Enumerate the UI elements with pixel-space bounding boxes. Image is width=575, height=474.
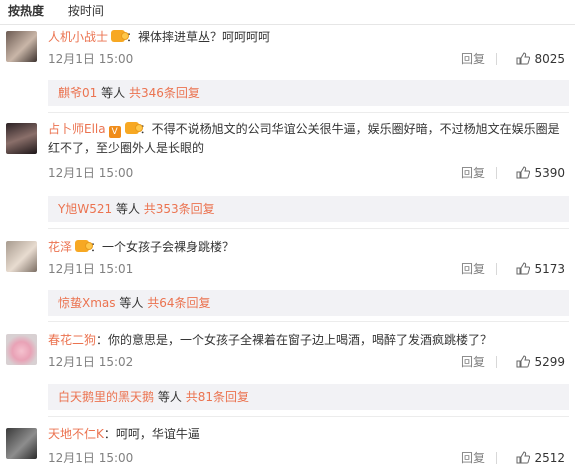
sort-tabs: 按热度 按时间 (0, 0, 575, 25)
like-count: 8025 (534, 52, 565, 66)
comment-text-line: 人机小战士 ：裸体摔进草丛？呵呵呵呵 (48, 30, 271, 44)
comment-text: 裸体摔进草丛？呵呵呵呵 (138, 30, 271, 44)
comment-meta: 12月1日 15:00 回复 5390 (48, 164, 565, 182)
thumbs-up-icon (516, 166, 531, 179)
comment-meta: 12月1日 15:00 回复 2512 (48, 449, 565, 467)
comment-item: 天地不仁K：呵呵，华谊牛逼 12月1日 15:00 回复 2512 (0, 422, 575, 474)
reply-button[interactable]: 回复 (461, 353, 485, 371)
like-button[interactable]: 8025 (516, 50, 565, 68)
comment-username[interactable]: 占卜师Ella (48, 122, 106, 136)
reply-mid-text: 等人 (157, 390, 182, 404)
like-button[interactable]: 5390 (516, 164, 565, 182)
divider (48, 321, 569, 322)
reply-count-link[interactable]: 共81条回复 (186, 390, 249, 404)
comment-time: 12月1日 15:02 (48, 355, 134, 369)
reply-button[interactable]: 回复 (461, 164, 485, 182)
like-count: 5390 (534, 166, 565, 180)
comment-time: 12月1日 15:00 (48, 451, 134, 465)
v-badge-icon: V (108, 126, 121, 138)
comment-time: 12月1日 15:01 (48, 262, 134, 276)
comment-text-line: 花泽 ：一个女孩子会裸身跳楼？ (48, 240, 235, 254)
comment-item: 占卜师Ella V ：不得不说杨旭文的公司华谊公关很牛逼，娱乐圈好暗，不过杨旭文在娱… (0, 118, 575, 222)
comment-meta: 12月1日 15:01 回复 5173 (48, 260, 565, 278)
reply-count-link[interactable]: 共64条回复 (147, 296, 210, 310)
reply-mid-text: 等人 (115, 202, 140, 216)
comment-time: 12月1日 15:00 (48, 52, 134, 66)
replies-summary[interactable]: 惊蛰Xmas 等人 共64条回复 (48, 290, 569, 316)
separator (496, 452, 497, 464)
replies-summary[interactable]: Y旭W521 等人 共353条回复 (48, 196, 569, 222)
comment-text: 一个女孩子会裸身跳楼？ (102, 240, 235, 254)
comment-item: 人机小战士 ：裸体摔进草丛？呵呵呵呵 12月1日 15:00 回复 8025 麒爷… (0, 26, 575, 108)
divider (48, 112, 569, 113)
comment-item: 春花二狗：你的意思是，一个女孩子全裸着在窗子边上喝酒，喝醉了发酒疯跳楼了？ 12… (0, 327, 575, 411)
comment-meta: 12月1日 15:00 回复 8025 (48, 50, 565, 68)
divider (48, 416, 569, 417)
thumbs-up-icon (516, 262, 531, 275)
comment-username[interactable]: 春花二狗 (48, 333, 96, 347)
reply-mid-text: 等人 (119, 296, 144, 310)
separator (496, 167, 497, 179)
reply-button[interactable]: 回复 (461, 449, 485, 467)
reply-user[interactable]: 惊蛰Xmas (58, 296, 116, 310)
separator (496, 356, 497, 368)
avatar[interactable] (6, 241, 37, 272)
comment-meta: 12月1日 15:02 回复 5299 (48, 353, 565, 371)
reply-user[interactable]: 麒爷01 (58, 86, 97, 100)
comment-text-line: 占卜师Ella V ：不得不说杨旭文的公司华谊公关很牛逼，娱乐圈好暗，不过杨旭文在娱… (48, 122, 560, 155)
thumbs-up-icon (516, 355, 531, 368)
avatar[interactable] (6, 428, 37, 459)
like-count: 2512 (534, 451, 565, 465)
like-button[interactable]: 5299 (516, 353, 565, 371)
avatar[interactable] (6, 123, 37, 154)
comment-time: 12月1日 15:00 (48, 166, 134, 180)
reply-mid-text: 等人 (101, 86, 126, 100)
reply-count-link[interactable]: 共353条回复 (144, 202, 215, 216)
avatar[interactable] (6, 334, 37, 365)
like-count: 5299 (534, 355, 565, 369)
comment-item: 花泽 ：一个女孩子会裸身跳楼？ 12月1日 15:01 回复 5173 惊蛰Xma… (0, 234, 575, 316)
comment-text: 呵呵，华谊牛逼 (115, 427, 200, 441)
tab-sort-hot[interactable]: 按热度 (8, 0, 44, 22)
reply-button[interactable]: 回复 (461, 260, 485, 278)
like-count: 5173 (534, 262, 565, 276)
reply-user[interactable]: 白天鹅里的黑天鹅 (58, 390, 154, 404)
divider (48, 228, 569, 229)
like-button[interactable]: 2512 (516, 449, 565, 467)
replies-summary[interactable]: 白天鹅里的黑天鹅 等人 共81条回复 (48, 384, 569, 410)
replies-summary[interactable]: 麒爷01 等人 共346条回复 (48, 80, 569, 106)
thumbs-up-icon (516, 451, 531, 464)
separator (496, 53, 497, 65)
comment-username[interactable]: 天地不仁K (48, 427, 104, 441)
tab-sort-time[interactable]: 按时间 (68, 0, 104, 22)
comment-text: 你的意思是，一个女孩子全裸着在窗子边上喝酒，喝醉了发酒疯跳楼了？ (108, 333, 493, 347)
crown-badge-icon (111, 30, 130, 42)
separator (496, 263, 497, 275)
crown-badge-icon (124, 122, 143, 134)
reply-button[interactable]: 回复 (461, 50, 485, 68)
crown-badge-icon (75, 240, 94, 252)
reply-count-link[interactable]: 共346条回复 (129, 86, 200, 100)
comment-text-line: 天地不仁K：呵呵，华谊牛逼 (48, 427, 200, 441)
thumbs-up-icon (516, 52, 531, 65)
reply-user[interactable]: Y旭W521 (58, 202, 112, 216)
comment-username[interactable]: 花泽 (48, 240, 72, 254)
like-button[interactable]: 5173 (516, 260, 565, 278)
comment-username[interactable]: 人机小战士 (48, 30, 108, 44)
avatar[interactable] (6, 31, 37, 62)
comment-text-line: 春花二狗：你的意思是，一个女孩子全裸着在窗子边上喝酒，喝醉了发酒疯跳楼了？ (48, 333, 493, 347)
